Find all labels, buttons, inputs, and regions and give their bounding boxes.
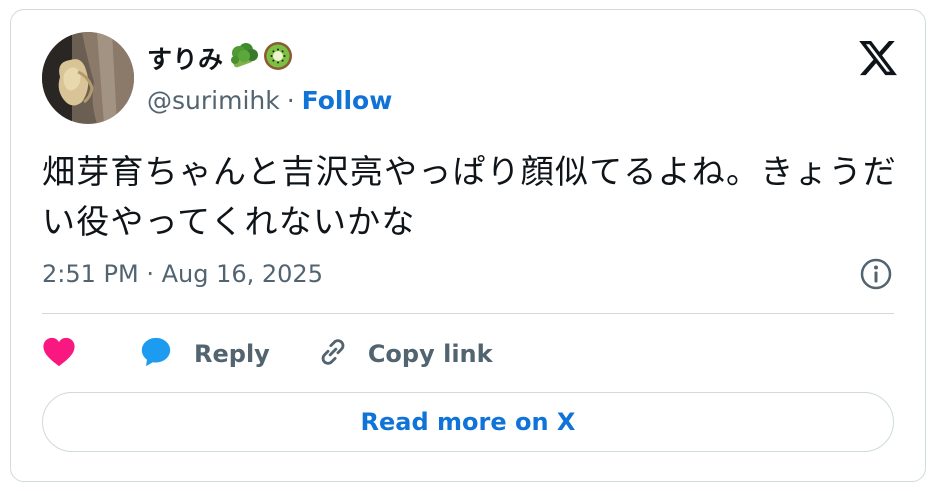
kiwi-icon	[262, 40, 294, 76]
tweet-text: 畑芽育ちゃんと吉沢亮やっぱり顔似てるよね。きょうだい役やってくれないかな	[42, 152, 897, 241]
read-more-label: Read more on X	[360, 408, 576, 436]
handle-row: @surimihk · Follow	[147, 86, 392, 115]
heart-icon	[42, 336, 76, 372]
avatar[interactable]	[42, 32, 134, 124]
info-icon[interactable]	[859, 257, 893, 291]
divider	[42, 313, 894, 314]
tweet-card: すりみ @surimihk · Follow 畑芽育ちゃんと吉沢亮やっぱり顔似て…	[10, 9, 926, 482]
read-more-button[interactable]: Read more on X	[42, 392, 894, 452]
author-name-row: すりみ	[147, 40, 294, 76]
like-button[interactable]	[42, 336, 76, 372]
follow-button[interactable]: Follow	[302, 86, 393, 115]
x-logo-icon[interactable]	[857, 37, 899, 79]
reply-label: Reply	[194, 340, 270, 368]
copy-link-label: Copy link	[367, 340, 493, 368]
speech-bubble-icon	[138, 335, 194, 373]
reply-button[interactable]: Reply	[138, 335, 270, 373]
timestamp-link[interactable]: 2:51 PM · Aug 16, 2025	[42, 260, 323, 288]
copy-link-button[interactable]: Copy link	[316, 335, 493, 373]
link-icon	[316, 335, 368, 373]
broccoli-icon	[227, 41, 259, 75]
action-bar: Reply Copy link	[42, 332, 493, 376]
author-handle[interactable]: @surimihk	[147, 86, 280, 115]
display-name[interactable]: すりみ	[147, 40, 224, 76]
separator-dot: ·	[286, 86, 295, 115]
